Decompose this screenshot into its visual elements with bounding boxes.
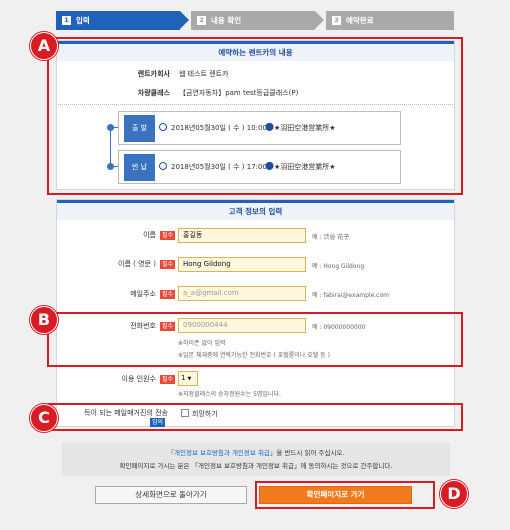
- name-en-label: 이름 ( 영문 ) 필수: [80, 259, 175, 269]
- step-3-number: 3: [332, 16, 341, 25]
- guests-value: 1: [181, 374, 186, 382]
- guests-select[interactable]: 1 ▼: [178, 371, 198, 386]
- name-label: 이름 필수: [80, 230, 175, 240]
- chevron-down-icon: ▼: [187, 376, 192, 382]
- email-hint: 예 : fabirai@example.com: [312, 292, 389, 299]
- name-hint: 예 : 渋谷 花子: [312, 234, 350, 241]
- step-1-label: 입력: [76, 16, 90, 25]
- name-en-hint: 예 : Hong Gildong: [312, 263, 365, 270]
- required-badge: 필수: [159, 231, 175, 240]
- email-input[interactable]: a_a@gmail.com: [178, 286, 306, 301]
- privacy-line-1-rest: 을 반드시 읽어 주십시오.: [276, 449, 345, 457]
- annotation-box-c: [47, 403, 463, 431]
- step-1-number: 1: [62, 16, 71, 25]
- email-label-text: 메일주소: [130, 290, 156, 298]
- annotation-box-d: [255, 481, 435, 509]
- customer-header: 고객 정보의 입력: [57, 200, 454, 220]
- privacy-link[interactable]: 「개인정보 보호방침과 개인정보 취급」: [168, 449, 277, 457]
- step-3-label: 예약완료: [346, 16, 374, 25]
- step-2-arrow: [315, 11, 324, 29]
- guests-label-text: 이용 인원수: [121, 375, 156, 383]
- name-en-label-text: 이름 ( 영문 ): [118, 260, 156, 268]
- back-button[interactable]: 상세화면으로 돌아가기: [95, 486, 247, 504]
- step-1-arrow: [180, 11, 189, 29]
- annotation-box-a: [47, 37, 463, 195]
- privacy-line-2: 확인페이지로 가시는 분은 「개인정보 보호방침과 개인정보 취급」에 동의하시…: [119, 462, 393, 470]
- email-label: 메일주소 필수: [80, 289, 175, 299]
- annotation-marker-b: B: [30, 306, 58, 334]
- required-badge: 필수: [159, 375, 175, 384]
- step-2: 2 내용 확인: [191, 11, 315, 30]
- name-label-text: 이름: [143, 231, 156, 239]
- step-2-label: 내용 확인: [211, 16, 242, 25]
- guests-label: 이용 인원수 필수: [80, 374, 175, 384]
- step-1: 1 입력: [56, 11, 180, 30]
- required-badge: 필수: [159, 260, 175, 269]
- guests-note: ※지정클래스의 승차정원수는 5명입니다.: [178, 391, 281, 398]
- annotation-marker-a: A: [30, 32, 58, 60]
- step-2-number: 2: [197, 16, 206, 25]
- name-input[interactable]: 홍길동: [178, 228, 306, 243]
- annotation-marker-c: C: [30, 404, 58, 432]
- name-en-input[interactable]: Hong Gildong: [178, 257, 306, 272]
- required-badge: 필수: [159, 290, 175, 299]
- annotation-marker-d: D: [440, 480, 468, 508]
- privacy-line-1: 「개인정보 보호방침과 개인정보 취급」을 반드시 읽어 주십시오.: [62, 447, 450, 457]
- annotation-box-b: [47, 312, 463, 367]
- step-3: 3 예약완료: [326, 11, 454, 30]
